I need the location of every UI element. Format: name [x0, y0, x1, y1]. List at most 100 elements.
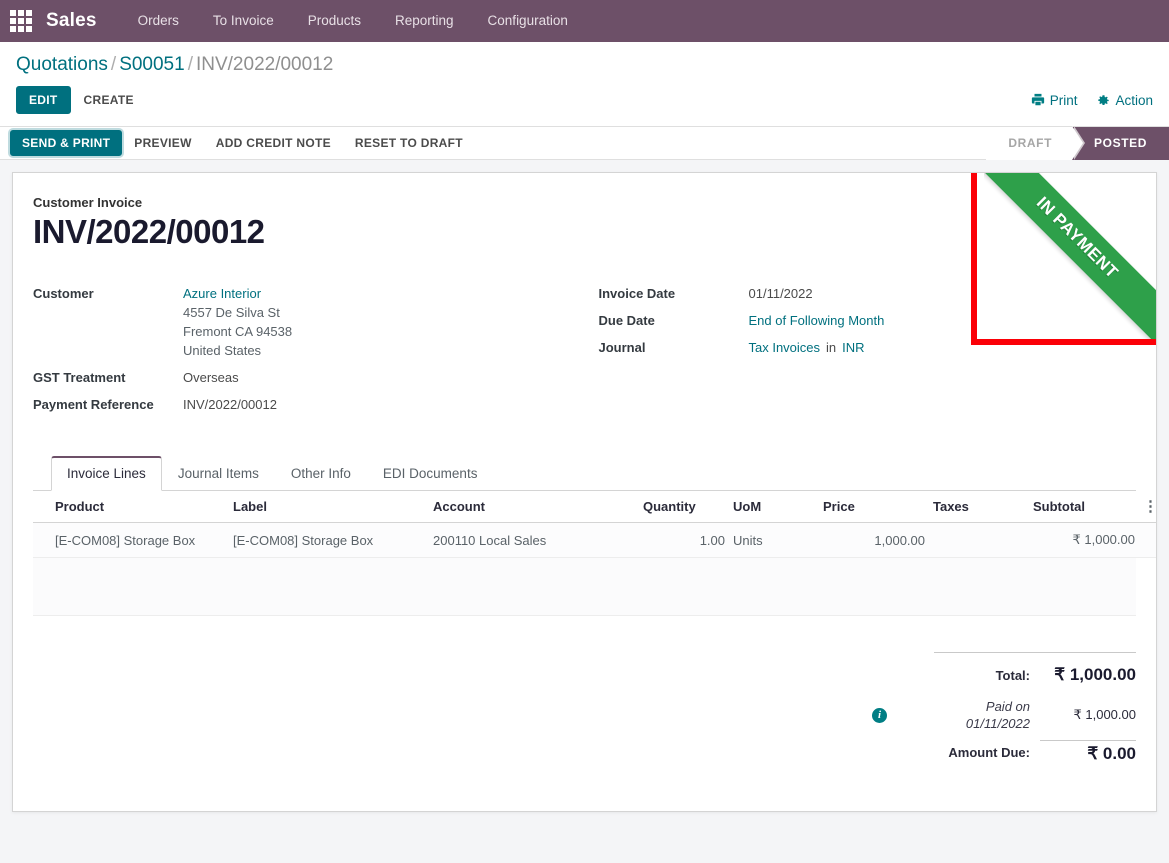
breadcrumb-separator-1: /: [110, 54, 117, 75]
field-gst-treatment-label: GST Treatment: [33, 370, 126, 386]
field-due-date-value[interactable]: End of Following Month: [749, 311, 885, 330]
breadcrumb-separator-2: /: [187, 54, 193, 75]
apps-grid-icon[interactable]: [8, 8, 34, 34]
sheet-wrapper: IN PAYMENT Customer Invoice INV/2022/000…: [0, 160, 1169, 824]
amount-due-row: Amount Due: ₹ 0.00: [934, 736, 1136, 764]
control-panel-right-actions: Print Action: [1031, 93, 1153, 108]
info-icon[interactable]: i: [872, 707, 887, 723]
print-label: Print: [1049, 92, 1078, 108]
breadcrumb-row: Quotations / S00051/INV/2022/00012: [16, 42, 1153, 80]
nav-item-reporting[interactable]: Reporting: [378, 0, 471, 42]
app-brand-sales[interactable]: Sales: [40, 10, 107, 32]
reset-to-draft-button[interactable]: RESET TO DRAFT: [343, 130, 475, 156]
column-header-uom[interactable]: UoM: [733, 491, 823, 524]
tab-edi-documents[interactable]: EDI Documents: [367, 456, 494, 491]
field-invoice-date: Invoice Date 01/11/2022: [599, 284, 1137, 303]
column-header-subtotal[interactable]: Subtotal: [1033, 491, 1143, 524]
invoice-sheet: IN PAYMENT Customer Invoice INV/2022/000…: [12, 172, 1157, 812]
top-navbar: Sales Orders To Invoice Products Reporti…: [0, 0, 1169, 42]
cell-account[interactable]: 200110 Local Sales: [433, 522, 643, 559]
control-panel-buttons: EDIT CREATE Print Action: [16, 80, 1153, 126]
field-journal-value: Tax Invoices in INR: [749, 338, 865, 357]
field-invoice-date-label: Invoice Date: [598, 286, 676, 302]
nav-item-products[interactable]: Products: [291, 0, 378, 42]
field-gst-treatment: GST Treatment Overseas: [33, 368, 585, 387]
customer-address-line-3: United States: [183, 343, 262, 359]
create-button[interactable]: CREATE: [71, 86, 147, 114]
nav-item-orders[interactable]: Orders: [121, 0, 196, 42]
field-invoice-date-value[interactable]: 01/11/2022: [749, 284, 813, 303]
tab-invoice-lines[interactable]: Invoice Lines: [51, 456, 162, 492]
optional-columns-toggle[interactable]: ⋮: [1143, 491, 1156, 524]
cell-label[interactable]: [E-COM08] Storage Box: [233, 522, 433, 559]
cell-price[interactable]: 1,000.00: [823, 522, 933, 559]
send-and-print-button[interactable]: SEND & PRINT: [10, 130, 123, 156]
journal-link[interactable]: Tax Invoices: [749, 340, 821, 355]
field-journal: Journal Tax Invoices in INR: [599, 338, 1137, 357]
statusbar: SEND & PRINT PREVIEW ADD CREDIT NOTE RES…: [0, 126, 1169, 160]
customer-address-line-2: Fremont CA 94538: [183, 324, 293, 340]
nav-item-configuration[interactable]: Configuration: [471, 0, 585, 42]
amount-due-label: Amount Due:: [948, 744, 1030, 760]
edit-button[interactable]: EDIT: [16, 86, 71, 114]
gear-icon: [1097, 94, 1110, 107]
field-journal-label: Journal: [598, 340, 646, 356]
document-type-label: Customer Invoice: [33, 195, 143, 210]
field-groups: Customer Azure Interior 4557 De Silva St…: [33, 284, 1136, 422]
preview-button[interactable]: PREVIEW: [122, 130, 203, 156]
column-header-quantity[interactable]: Quantity: [643, 491, 733, 524]
customer-address-line-1: 4557 De Silva St: [183, 305, 280, 321]
column-header-account[interactable]: Account: [433, 491, 643, 524]
tab-journal-items[interactable]: Journal Items: [162, 456, 275, 491]
cell-uom[interactable]: Units: [733, 522, 823, 559]
status-stage-posted[interactable]: POSTED: [1072, 126, 1169, 160]
field-due-date-label: Due Date: [598, 313, 655, 329]
cell-row-actions: [1143, 522, 1156, 559]
field-due-date: Due Date End of Following Month: [599, 311, 1137, 330]
cell-product[interactable]: [E-COM08] Storage Box: [33, 522, 233, 559]
total-row: Total: ₹ 1,000.00: [934, 662, 1136, 688]
add-credit-note-button[interactable]: ADD CREDIT NOTE: [204, 130, 343, 156]
cell-quantity[interactable]: 1.00: [643, 522, 733, 559]
column-header-label[interactable]: Label: [233, 491, 433, 524]
paid-row: i Paid on 01/11/2022 ₹ 1,000.00: [872, 688, 1136, 736]
column-header-product[interactable]: Product: [33, 491, 233, 524]
column-header-taxes[interactable]: Taxes: [933, 491, 1033, 524]
totals-block: Total: ₹ 1,000.00 i Paid on 01/11/2022 ₹…: [872, 652, 1136, 764]
action-menu-button[interactable]: Action: [1097, 93, 1153, 108]
invoice-lines-table: Product Label Account Quantity UoM Price…: [33, 491, 1156, 559]
due-date-link[interactable]: End of Following Month: [749, 313, 885, 328]
field-group-left: Customer Azure Interior 4557 De Silva St…: [33, 284, 585, 422]
field-group-right: Invoice Date 01/11/2022 Due Date End of …: [585, 284, 1137, 422]
paid-on-date[interactable]: 01/11/2022: [966, 716, 1030, 731]
column-header-price[interactable]: Price: [823, 491, 933, 524]
breadcrumb-item-current: INV/2022/00012: [195, 54, 334, 75]
totals-section: Total: ₹ 1,000.00 i Paid on 01/11/2022 ₹…: [33, 652, 1136, 764]
nav-item-to-invoice[interactable]: To Invoice: [196, 0, 291, 42]
journal-currency-link[interactable]: INR: [842, 340, 864, 355]
total-label: Total:: [995, 667, 1030, 683]
field-payment-reference: Payment Reference INV/2022/00012: [33, 395, 585, 414]
page-title: INV/2022/00012: [33, 213, 265, 250]
action-label: Action: [1115, 92, 1153, 108]
tab-other-info[interactable]: Other Info: [275, 456, 367, 491]
status-stage-draft[interactable]: DRAFT: [986, 126, 1085, 160]
table-row[interactable]: [E-COM08] Storage Box [E-COM08] Storage …: [33, 522, 1156, 559]
field-customer: Customer Azure Interior 4557 De Silva St…: [33, 284, 585, 360]
customer-link[interactable]: Azure Interior: [183, 286, 261, 301]
cell-taxes[interactable]: [933, 522, 1033, 559]
breadcrumb-item-s00051[interactable]: S00051: [119, 54, 185, 75]
field-customer-value[interactable]: Azure Interior 4557 De Silva St Fremont …: [183, 284, 292, 360]
field-customer-label: Customer: [33, 286, 94, 302]
table-header-row: Product Label Account Quantity UoM Price…: [33, 491, 1156, 524]
status-pipeline: DRAFT POSTED: [986, 126, 1169, 160]
notebook: Invoice Lines Journal Items Other Info E…: [33, 456, 1156, 764]
field-gst-treatment-value[interactable]: Overseas: [183, 368, 239, 387]
field-payment-reference-label: Payment Reference: [33, 397, 154, 413]
paid-on-label[interactable]: Paid on 01/11/2022: [954, 698, 1040, 732]
breadcrumb-item-quotations[interactable]: Quotations: [16, 54, 108, 75]
total-value: ₹ 1,000.00: [1054, 665, 1136, 685]
print-menu-button[interactable]: Print: [1031, 92, 1078, 108]
field-payment-reference-value[interactable]: INV/2022/00012: [183, 395, 277, 414]
paid-on-text[interactable]: Paid on: [986, 699, 1030, 714]
